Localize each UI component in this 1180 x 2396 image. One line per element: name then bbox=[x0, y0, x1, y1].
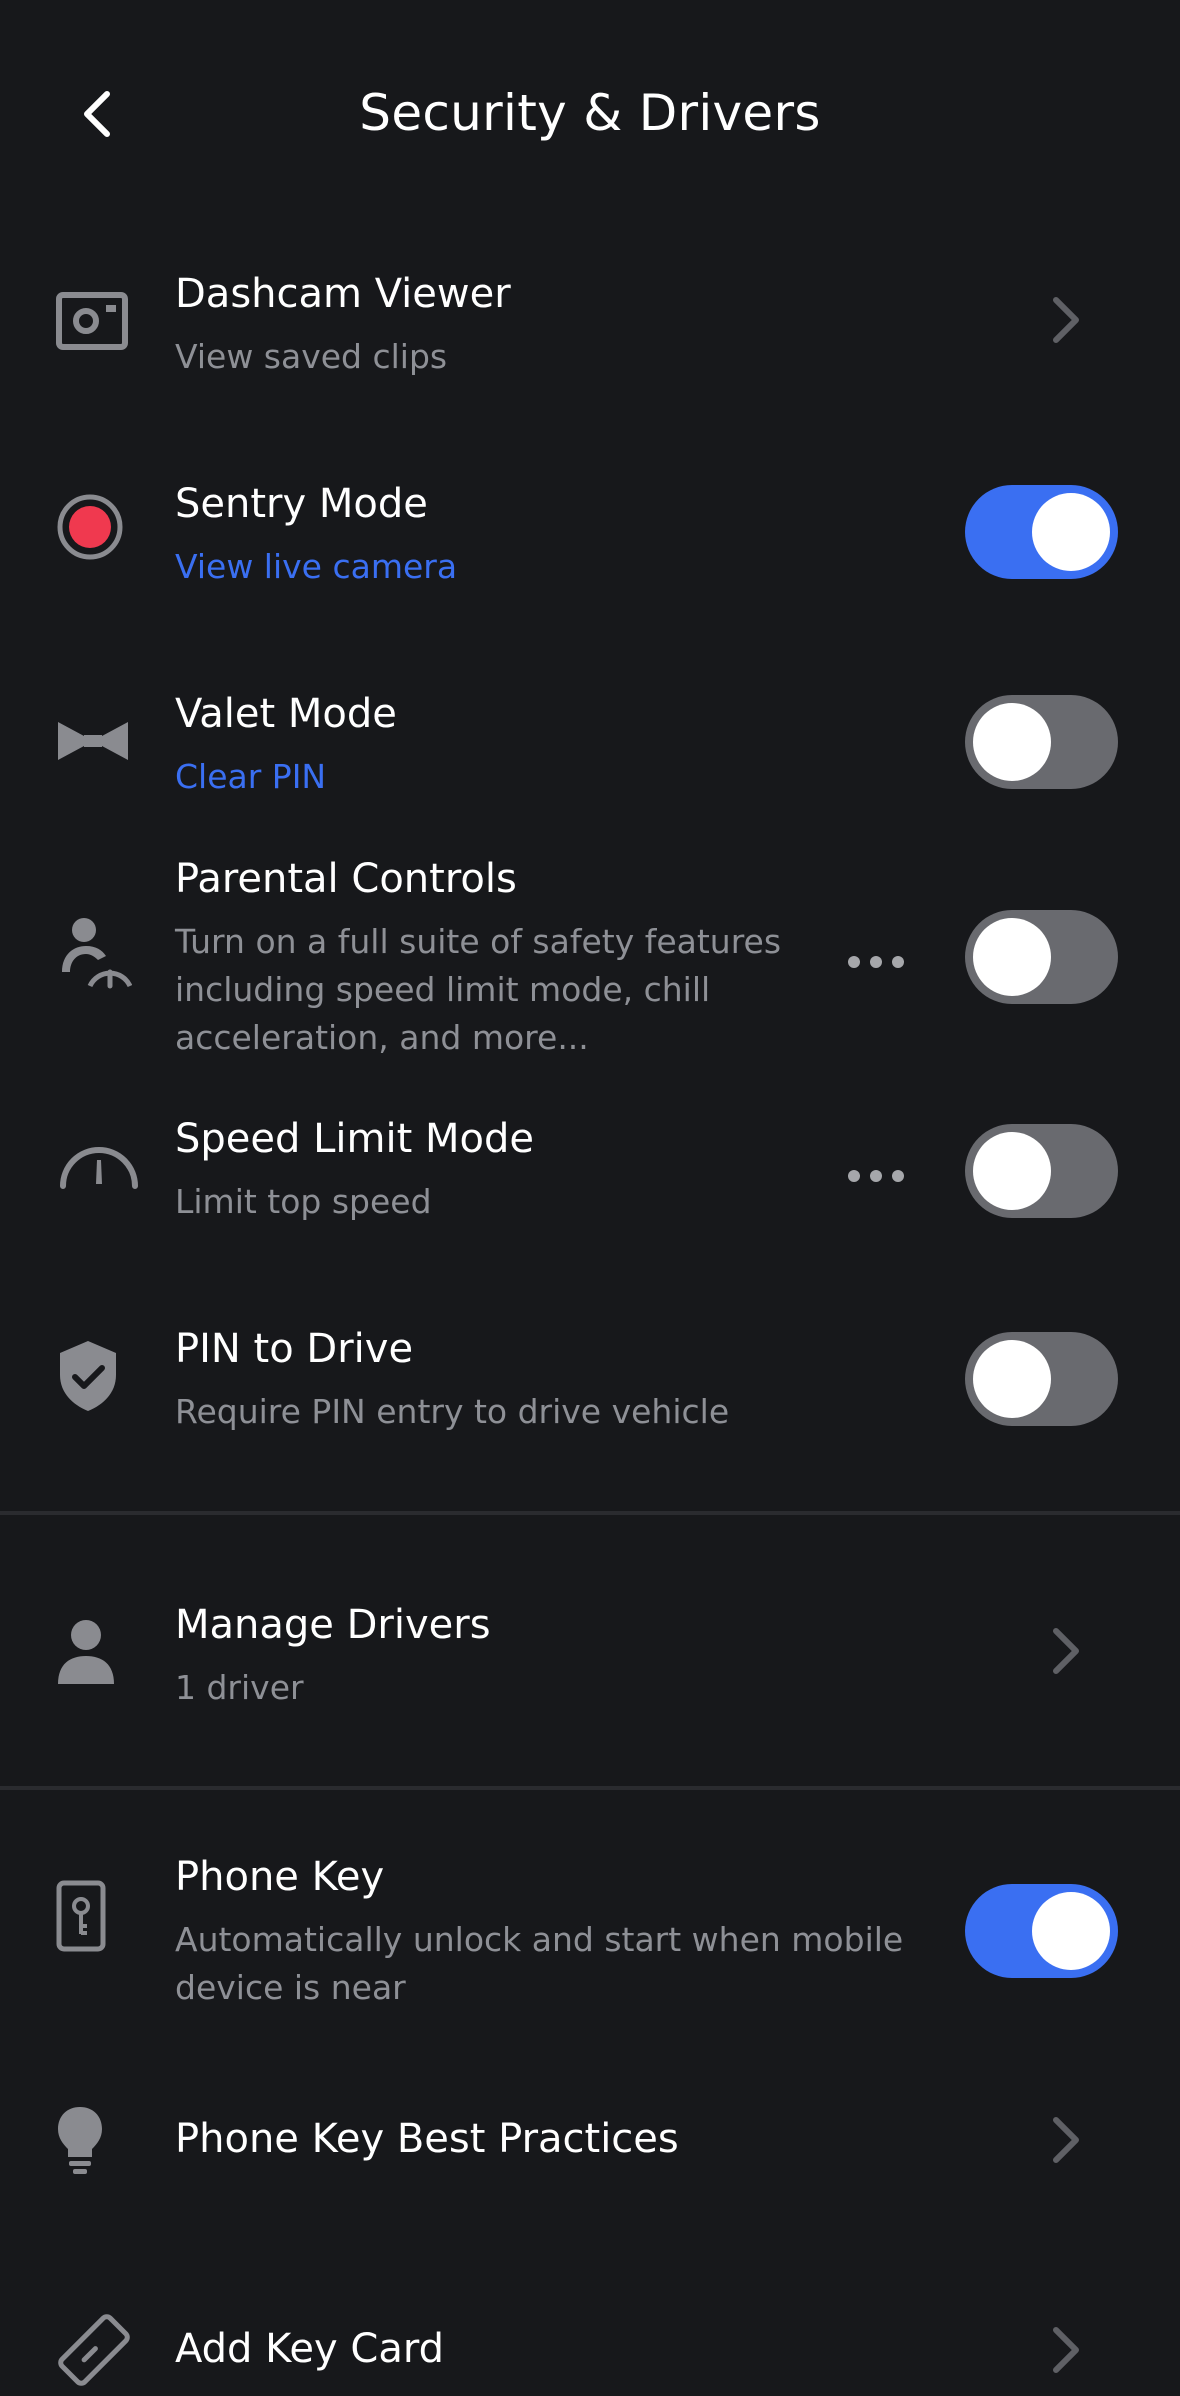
row-subtitle-line-1: Automatically unlock and start when mobi… bbox=[175, 1920, 904, 1959]
bowtie-icon bbox=[56, 695, 130, 787]
row-add-key-card[interactable]: Add Key Card bbox=[0, 2300, 1180, 2396]
toggle-knob bbox=[973, 703, 1051, 781]
row-subtitle-line-2: including speed limit mode, chill bbox=[175, 970, 711, 1009]
more-options-icon[interactable] bbox=[848, 952, 904, 972]
row-pin-to-drive: PIN to Drive Require PIN entry to drive … bbox=[0, 1320, 1180, 1460]
speedometer-icon bbox=[58, 1120, 140, 1212]
key-card-icon bbox=[56, 2304, 132, 2396]
chevron-right-icon bbox=[1040, 2320, 1090, 2380]
row-sentry-mode: Sentry Mode View live camera bbox=[0, 475, 1180, 615]
shield-check-icon bbox=[56, 1330, 120, 1422]
more-options-icon[interactable] bbox=[848, 1166, 904, 1186]
row-title: Valet Mode bbox=[175, 691, 397, 737]
parent-child-icon bbox=[56, 908, 132, 1000]
row-title: Phone Key bbox=[175, 1854, 385, 1900]
view-live-camera-link[interactable]: View live camera bbox=[175, 543, 457, 591]
section-divider bbox=[0, 1511, 1180, 1515]
row-phone-key-best-practices[interactable]: Phone Key Best Practices bbox=[0, 2090, 1180, 2190]
row-title: Dashcam Viewer bbox=[175, 271, 511, 317]
row-subtitle: 1 driver bbox=[175, 1668, 304, 1707]
row-title: Manage Drivers bbox=[175, 1602, 491, 1648]
chevron-right-icon bbox=[1040, 2110, 1090, 2170]
row-speed-limit-mode: Speed Limit Mode Limit top speed bbox=[0, 1110, 1180, 1250]
row-dashcam-viewer[interactable]: Dashcam Viewer View saved clips bbox=[0, 265, 1180, 405]
phone-key-icon bbox=[56, 1870, 106, 1962]
parental-controls-toggle[interactable] bbox=[965, 910, 1118, 1004]
row-title: Parental Controls bbox=[175, 856, 517, 902]
page-title: Security & Drivers bbox=[359, 84, 821, 142]
toggle-knob bbox=[973, 1340, 1051, 1418]
speed-limit-mode-toggle[interactable] bbox=[965, 1124, 1118, 1218]
row-subtitle-line-2: device is near bbox=[175, 1968, 406, 2007]
section-divider bbox=[0, 1786, 1180, 1790]
camera-icon bbox=[56, 275, 128, 367]
sentry-mode-toggle[interactable] bbox=[965, 485, 1118, 579]
row-title: Add Key Card bbox=[175, 2326, 444, 2372]
toggle-knob bbox=[1032, 493, 1110, 571]
sentry-record-icon bbox=[56, 481, 124, 573]
person-icon bbox=[56, 1606, 116, 1698]
toggle-knob bbox=[1032, 1892, 1110, 1970]
row-title: PIN to Drive bbox=[175, 1326, 414, 1372]
row-title: Phone Key Best Practices bbox=[175, 2116, 679, 2162]
row-subtitle: View saved clips bbox=[175, 337, 448, 376]
row-subtitle-line-1: Turn on a full suite of safety features bbox=[175, 922, 782, 961]
row-subtitle-line-3: acceleration, and more... bbox=[175, 1018, 589, 1057]
row-title: Sentry Mode bbox=[175, 481, 428, 527]
toggle-knob bbox=[973, 918, 1051, 996]
row-subtitle: Limit top speed bbox=[175, 1182, 432, 1221]
toggle-knob bbox=[973, 1132, 1051, 1210]
row-subtitle: Require PIN entry to drive vehicle bbox=[175, 1392, 730, 1431]
phone-key-toggle[interactable] bbox=[965, 1884, 1118, 1978]
row-phone-key: Phone Key Automatically unlock and start… bbox=[0, 1848, 1180, 2018]
row-valet-mode: Valet Mode Clear PIN bbox=[0, 685, 1180, 825]
chevron-right-icon bbox=[1040, 290, 1090, 350]
lightbulb-icon bbox=[56, 2094, 104, 2186]
row-manage-drivers[interactable]: Manage Drivers 1 driver bbox=[0, 1596, 1180, 1736]
valet-mode-toggle[interactable] bbox=[965, 695, 1118, 789]
row-title: Speed Limit Mode bbox=[175, 1116, 534, 1162]
header: Security & Drivers bbox=[0, 0, 1180, 230]
row-parental-controls: Parental Controls Turn on a full suite o… bbox=[0, 850, 1180, 1060]
pin-to-drive-toggle[interactable] bbox=[965, 1332, 1118, 1426]
clear-pin-link[interactable]: Clear PIN bbox=[175, 753, 326, 801]
chevron-right-icon bbox=[1040, 1621, 1090, 1681]
